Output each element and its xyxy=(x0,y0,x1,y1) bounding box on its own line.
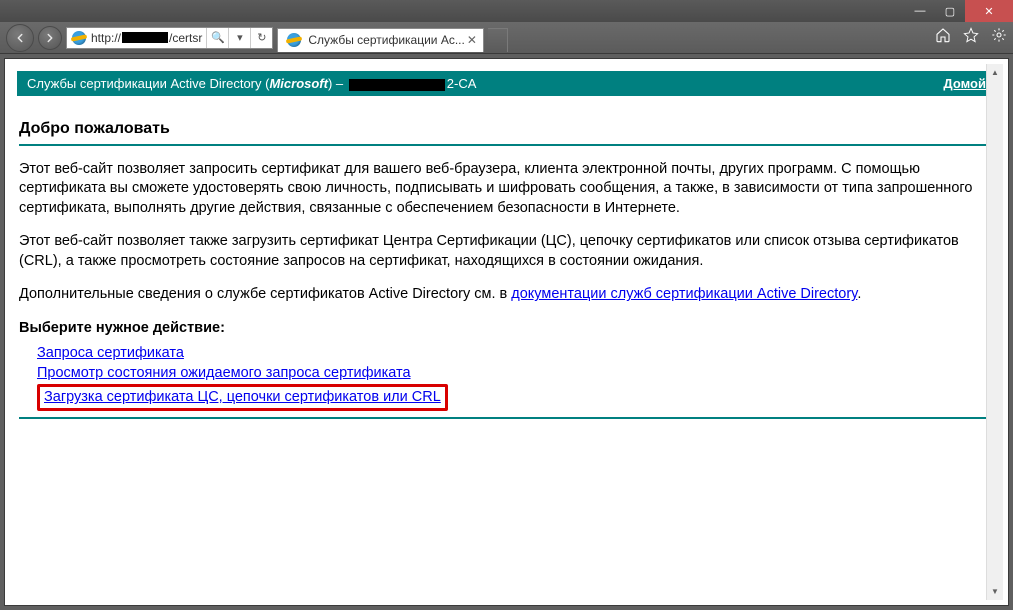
ie-icon xyxy=(286,32,302,48)
new-tab-button[interactable] xyxy=(488,28,508,52)
arrow-right-icon xyxy=(43,31,57,45)
intro-paragraph-2: Этот веб-сайт позволяет также загрузить … xyxy=(19,232,994,271)
scroll-up-button[interactable]: ▲ xyxy=(987,64,1003,81)
scroll-down-button[interactable]: ▼ xyxy=(987,583,1003,600)
list-item: Загрузка сертификата ЦС, цепочки сертифи… xyxy=(37,383,994,411)
list-item: Запроса сертификата xyxy=(37,343,994,363)
banner: Службы сертификации Active Directory (Mi… xyxy=(17,71,996,96)
address-url: http:///certsr xyxy=(91,31,206,45)
window-close-button[interactable]: ✕ xyxy=(965,0,1013,22)
home-link[interactable]: Домой xyxy=(943,76,986,91)
forward-button[interactable] xyxy=(38,26,62,50)
divider xyxy=(19,417,994,419)
select-action-label: Выберите нужное действие: xyxy=(19,319,994,339)
navbar-tools xyxy=(935,27,1007,48)
address-bar[interactable]: http:///certsr 🔍 ▾ ↻ xyxy=(66,27,273,49)
banner-text: Службы сертификации Active Directory (Mi… xyxy=(27,76,476,91)
page: Службы сертификации Active Directory (Mi… xyxy=(4,58,1009,606)
browser-tab[interactable]: Службы сертификации Ас... ✕ xyxy=(277,28,483,52)
arrow-left-icon xyxy=(13,31,27,45)
vertical-scrollbar[interactable]: ▲ ▼ xyxy=(986,64,1003,600)
download-ca-cert-link[interactable]: Загрузка сертификата ЦС, цепочки сертифи… xyxy=(44,389,441,405)
tools-icon[interactable] xyxy=(991,27,1007,48)
tab-title: Службы сертификации Ас... xyxy=(308,33,464,47)
view-pending-request-link[interactable]: Просмотр состояния ожидаемого запроса се… xyxy=(37,365,411,381)
request-certificate-link[interactable]: Запроса сертификата xyxy=(37,345,184,361)
redacted-host xyxy=(122,32,168,43)
address-dropdown-button[interactable]: ▾ xyxy=(228,28,250,48)
action-list: Запроса сертификата Просмотр состояния о… xyxy=(19,343,994,412)
refresh-button[interactable]: ↻ xyxy=(250,28,272,48)
window-maximize-button[interactable]: ▢ xyxy=(935,0,965,22)
content-frame: Службы сертификации Active Directory (Mi… xyxy=(0,54,1013,610)
tab-close-button[interactable]: ✕ xyxy=(465,33,479,47)
ie-icon xyxy=(71,30,87,46)
browser-navbar: http:///certsr 🔍 ▾ ↻ Службы сертификации… xyxy=(0,22,1013,54)
page-title: Добро пожаловать xyxy=(19,118,994,140)
divider xyxy=(19,144,994,146)
home-icon[interactable] xyxy=(935,27,951,48)
documentation-link[interactable]: документации служб сертификации Active D… xyxy=(511,286,857,302)
intro-paragraph-3: Дополнительные сведения о службе сертифи… xyxy=(19,285,994,305)
favorites-icon[interactable] xyxy=(963,27,979,48)
list-item: Просмотр состояния ожидаемого запроса се… xyxy=(37,363,994,383)
page-body: Добро пожаловать Этот веб-сайт позволяет… xyxy=(17,96,996,441)
window-minimize-button[interactable]: — xyxy=(905,0,935,22)
intro-paragraph-1: Этот веб-сайт позволяет запросить сертиф… xyxy=(19,160,994,219)
window-titlebar: — ▢ ✕ xyxy=(0,0,1013,22)
redacted-ca-name xyxy=(349,79,445,91)
highlighted-action: Загрузка сертификата ЦС, цепочки сертифи… xyxy=(37,384,448,411)
search-button[interactable]: 🔍 xyxy=(206,28,228,48)
back-button[interactable] xyxy=(6,24,34,52)
